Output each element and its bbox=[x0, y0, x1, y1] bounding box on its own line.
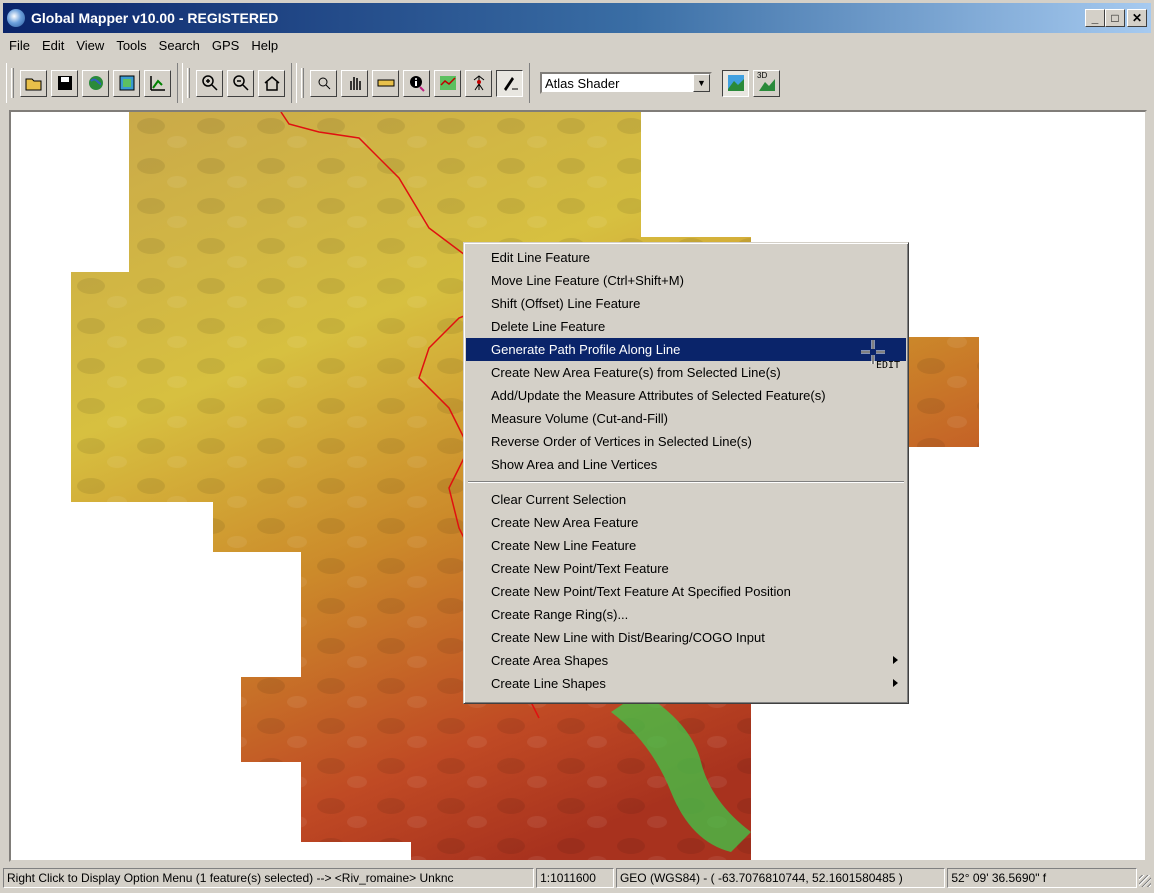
status-message: Right Click to Display Option Menu (1 fe… bbox=[3, 868, 535, 888]
cursor-mode-label: EDIT bbox=[876, 360, 901, 371]
menu-move-line-feature[interactable]: Move Line Feature (Ctrl+Shift+M) bbox=[466, 269, 906, 292]
save-button[interactable] bbox=[51, 69, 78, 97]
menu-create-point-at-position[interactable]: Create New Point/Text Feature At Specifi… bbox=[466, 580, 906, 603]
zoom-out-icon bbox=[232, 75, 249, 91]
menu-reverse-vertices[interactable]: Reverse Order of Vertices in Selected Li… bbox=[466, 430, 906, 453]
menu-file[interactable]: File bbox=[3, 38, 36, 53]
window-controls: _ □ ✕ bbox=[1085, 9, 1147, 27]
zoom-in-icon bbox=[201, 75, 218, 91]
path-profile-button[interactable] bbox=[434, 69, 461, 97]
shaded-relief-icon bbox=[727, 75, 744, 91]
window-title: Global Mapper v10.00 - REGISTERED bbox=[31, 10, 279, 26]
status-coordinates: GEO (WGS84) - ( -63.7076810744, 52.16015… bbox=[615, 868, 946, 888]
app-window: Global Mapper v10.00 - REGISTERED _ □ ✕ … bbox=[0, 0, 1154, 893]
toolbar-grip[interactable] bbox=[187, 68, 190, 98]
menu-bar: File Edit View Tools Search GPS Help bbox=[3, 34, 284, 56]
menu-create-area-feature[interactable]: Create New Area Feature bbox=[466, 511, 906, 534]
digitizer-icon bbox=[149, 76, 165, 91]
maximize-button[interactable]: □ bbox=[1105, 9, 1125, 27]
menu-view[interactable]: View bbox=[70, 38, 110, 53]
menu-create-line-shapes-label: Create Line Shapes bbox=[491, 676, 606, 691]
view-shed-button[interactable] bbox=[465, 69, 492, 97]
pan-tool-icon bbox=[349, 77, 361, 90]
menu-create-area-shapes-label: Create Area Shapes bbox=[491, 653, 609, 668]
context-menu: Edit Line Feature Move Line Feature (Ctr… bbox=[463, 242, 909, 704]
globe-app-icon bbox=[7, 9, 25, 27]
zoom-in-button[interactable] bbox=[196, 69, 223, 97]
config-icon bbox=[119, 75, 134, 91]
toolbar-tools-group bbox=[296, 63, 530, 103]
menu-clear-selection[interactable]: Clear Current Selection bbox=[466, 488, 906, 511]
menu-edit[interactable]: Edit bbox=[36, 38, 70, 53]
zoom-out-button[interactable] bbox=[227, 69, 254, 97]
globe-button[interactable] bbox=[82, 69, 109, 97]
minimize-button[interactable]: _ bbox=[1085, 9, 1105, 27]
toolbar-file-group bbox=[6, 63, 178, 103]
info-tool-button[interactable] bbox=[403, 69, 430, 97]
zoom-tool-button[interactable] bbox=[310, 69, 337, 97]
menu-show-vertices[interactable]: Show Area and Line Vertices bbox=[466, 453, 906, 476]
save-icon bbox=[57, 76, 72, 90]
measure-tool-icon bbox=[377, 79, 394, 87]
menu-shift-line-feature[interactable]: Shift (Offset) Line Feature bbox=[466, 292, 906, 315]
pan-tool-button[interactable] bbox=[341, 69, 368, 97]
submenu-arrow-icon bbox=[893, 656, 898, 664]
menu-search[interactable]: Search bbox=[153, 38, 206, 53]
3d-view-button[interactable]: 3D bbox=[753, 69, 780, 97]
status-dms: 52° 09' 36.5690" f bbox=[947, 868, 1138, 888]
toolbar: Atlas Shader ▼ 3D bbox=[6, 60, 906, 106]
close-button[interactable]: ✕ bbox=[1127, 9, 1147, 27]
toolbar-zoom-group bbox=[182, 63, 292, 103]
toolbar-grip[interactable] bbox=[301, 68, 304, 98]
chevron-down-icon[interactable]: ▼ bbox=[693, 74, 710, 92]
menu-tools[interactable]: Tools bbox=[110, 38, 152, 53]
shader-dropdown[interactable]: Atlas Shader ▼ bbox=[540, 72, 712, 94]
toolbar-grip[interactable] bbox=[11, 68, 14, 98]
menu-create-area-shapes[interactable]: Create Area Shapes bbox=[466, 649, 906, 672]
digitizer-edit-icon bbox=[503, 77, 518, 91]
status-bar: Right Click to Display Option Menu (1 fe… bbox=[3, 866, 1152, 890]
menu-measure-volume[interactable]: Measure Volume (Cut-and-Fill) bbox=[466, 407, 906, 430]
menu-create-line-cogo[interactable]: Create New Line with Dist/Bearing/COGO I… bbox=[466, 626, 906, 649]
menu-create-range-rings[interactable]: Create Range Ring(s)... bbox=[466, 603, 906, 626]
menu-gps[interactable]: GPS bbox=[206, 38, 245, 53]
resize-grip-icon[interactable] bbox=[1139, 875, 1152, 887]
menu-delete-line-feature[interactable]: Delete Line Feature bbox=[466, 315, 906, 338]
status-scale: 1:1011600 bbox=[536, 868, 614, 888]
menu-create-point-feature[interactable]: Create New Point/Text Feature bbox=[466, 557, 906, 580]
menu-separator bbox=[468, 481, 904, 483]
view-shed-icon bbox=[473, 75, 484, 91]
menu-update-measure-attributes[interactable]: Add/Update the Measure Attributes of Sel… bbox=[466, 384, 906, 407]
menu-create-line-shapes[interactable]: Create Line Shapes bbox=[466, 672, 906, 695]
menu-help[interactable]: Help bbox=[245, 38, 284, 53]
shaded-relief-button[interactable] bbox=[722, 69, 749, 97]
open-folder-icon bbox=[25, 78, 41, 91]
menu-generate-path-profile[interactable]: Generate Path Profile Along Line bbox=[466, 338, 906, 361]
menu-create-area-from-lines[interactable]: Create New Area Feature(s) from Selected… bbox=[466, 361, 906, 384]
submenu-arrow-icon bbox=[893, 679, 898, 687]
open-button[interactable] bbox=[20, 69, 47, 97]
title-bar[interactable]: Global Mapper v10.00 - REGISTERED _ □ ✕ bbox=[3, 3, 1151, 33]
3d-label: 3D bbox=[757, 70, 768, 80]
path-profile-icon bbox=[439, 76, 456, 90]
menu-create-line-feature[interactable]: Create New Line Feature bbox=[466, 534, 906, 557]
digitizer-edit-button[interactable] bbox=[496, 69, 523, 97]
menu-edit-line-feature[interactable]: Edit Line Feature bbox=[466, 246, 906, 269]
zoom-tool-icon bbox=[318, 77, 330, 90]
measure-tool-button[interactable] bbox=[372, 69, 399, 97]
home-icon bbox=[264, 76, 279, 91]
shader-dropdown-value: Atlas Shader bbox=[545, 75, 620, 91]
info-tool-icon bbox=[409, 76, 425, 92]
home-button[interactable] bbox=[258, 69, 285, 97]
config-button[interactable] bbox=[113, 69, 140, 97]
globe-icon bbox=[88, 76, 103, 90]
digitizer-button[interactable] bbox=[144, 69, 171, 97]
